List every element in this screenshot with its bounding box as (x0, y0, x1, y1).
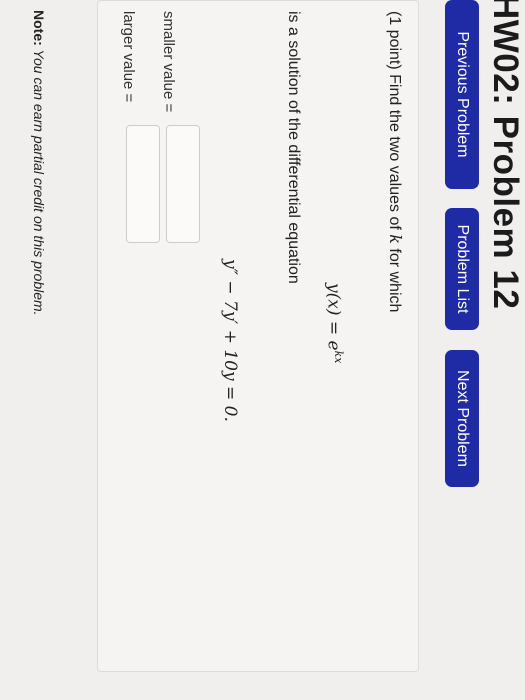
prompt-variable: k (386, 234, 405, 244)
larger-value-label: larger value = (120, 11, 137, 103)
prompt-suffix: for which (386, 243, 403, 313)
equation-exponent: kx (332, 350, 345, 364)
partial-credit-note: Note: You can earn partial credit on thi… (31, 10, 47, 316)
page: HW02: Problem 12 Previous Problem Proble… (0, 0, 525, 700)
solution-text: is a solution of the differential equati… (285, 11, 302, 284)
page-title: HW02: Problem 12 (486, 0, 525, 310)
problem-prompt: (1 point) Find the two values of k for w… (385, 11, 405, 312)
solution-equation: y(x) = ekx (323, 283, 345, 363)
problem-list-button[interactable]: Problem List (445, 208, 479, 330)
differential-equation: y″ − 7y′ + 10y = 0. (220, 259, 240, 422)
note-text: You can earn partial credit on this prob… (31, 45, 47, 316)
prompt-prefix: (1 point) Find the two values of (386, 11, 403, 235)
smaller-value-input[interactable] (166, 125, 200, 243)
problem-panel: (1 point) Find the two values of k for w… (97, 0, 419, 672)
smaller-value-label: smaller value = (160, 11, 177, 113)
previous-problem-button[interactable]: Previous Problem (445, 0, 479, 189)
equation-lhs: y(x) = e (323, 283, 344, 351)
next-problem-button[interactable]: Next Problem (445, 350, 479, 487)
larger-value-input[interactable] (126, 125, 160, 243)
note-label: Note: (31, 10, 47, 46)
